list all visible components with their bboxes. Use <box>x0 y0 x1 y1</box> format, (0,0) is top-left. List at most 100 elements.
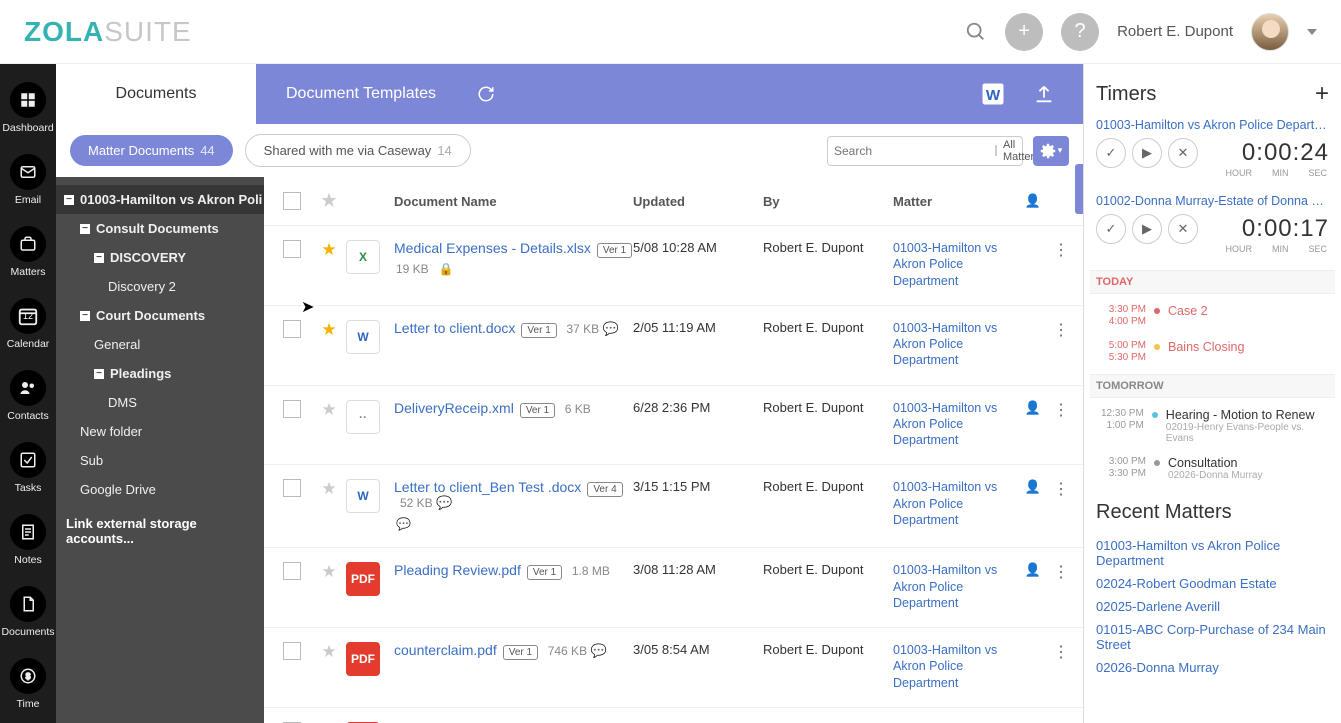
tree-node-newfolder[interactable]: New folder <box>56 417 264 446</box>
star-icon[interactable]: ★ <box>321 240 336 259</box>
help-button[interactable]: ? <box>1061 13 1099 51</box>
tree-node-sub[interactable]: Sub <box>56 446 264 475</box>
col-header-updated[interactable]: Updated <box>633 194 763 209</box>
tree-node-court[interactable]: −Court Documents <box>56 301 264 330</box>
star-icon[interactable]: ★ <box>321 562 336 581</box>
user-dropdown-caret[interactable] <box>1307 29 1317 35</box>
row-checkbox[interactable] <box>283 320 301 338</box>
star-icon[interactable]: ★ <box>321 400 336 419</box>
nav-item-contacts[interactable]: Contacts <box>0 360 56 432</box>
timer-play-button[interactable]: ▶ <box>1132 214 1162 244</box>
matter-link[interactable]: 01003-Hamilton vs Akron Police Departmen… <box>893 643 997 690</box>
add-button[interactable]: + <box>1005 13 1043 51</box>
doc-name-link[interactable]: Letter to client_Ben Test .docx <box>394 479 581 495</box>
row-menu-icon[interactable]: ⋮ <box>1053 242 1069 259</box>
select-all-checkbox[interactable] <box>283 192 301 210</box>
event-row[interactable]: 5:00 PM5:30 PM Bains Closing <box>1096 334 1329 370</box>
shared-icon: 👤 <box>1025 479 1041 494</box>
timer-play-button[interactable]: ▶ <box>1132 138 1162 168</box>
pill-matter-documents[interactable]: Matter Documents44 <box>70 135 233 166</box>
tab-documents[interactable]: Documents <box>56 64 256 124</box>
row-menu-icon[interactable]: ⋮ <box>1053 322 1069 339</box>
cell-updated: 3/15 1:15 PM <box>633 479 763 494</box>
tree-node-gdrive[interactable]: Google Drive <box>56 475 264 504</box>
timer-confirm-button[interactable]: ✓ <box>1096 214 1126 244</box>
search-input[interactable] <box>834 144 989 158</box>
app-logo[interactable]: ZOLASUITE <box>24 16 192 48</box>
header-star-icon[interactable]: ★ <box>321 191 336 210</box>
star-icon[interactable]: ★ <box>321 320 336 339</box>
nav-item-time[interactable]: $Time <box>0 648 56 720</box>
col-header-matter[interactable]: Matter <box>893 194 1019 209</box>
file-type-icon: PDF <box>346 562 394 596</box>
matter-link[interactable]: 01003-Hamilton vs Akron Police Departmen… <box>893 321 997 368</box>
settings-button[interactable]: ▾ <box>1033 136 1069 166</box>
row-menu-icon[interactable]: ⋮ <box>1053 402 1069 419</box>
panel-collapse-handle[interactable]: › <box>1075 164 1083 214</box>
recent-matter-link[interactable]: 01003-Hamilton vs Akron Police Departmen… <box>1096 534 1329 572</box>
matter-link[interactable]: 01003-Hamilton vs Akron Police Departmen… <box>893 241 997 288</box>
recent-matter-link[interactable]: 02024-Robert Goodman Estate <box>1096 572 1329 595</box>
recent-matters-heading: Recent Matters <box>1096 501 1329 524</box>
tab-document-templates[interactable]: Document Templates <box>256 64 466 124</box>
refresh-icon[interactable] <box>466 64 506 124</box>
nav-item-matters[interactable]: Matters <box>0 216 56 288</box>
version-badge: Ver 1 <box>527 565 562 580</box>
event-row[interactable]: 12:30 PM1:00 PM Hearing - Motion to Rene… <box>1096 402 1329 450</box>
pill-shared-caseway[interactable]: Shared with me via Caseway14 <box>245 134 471 167</box>
nav-item-dashboard[interactable]: Dashboard <box>0 72 56 144</box>
doc-search-box[interactable]: All Matters <box>827 136 1023 166</box>
row-checkbox[interactable] <box>283 479 301 497</box>
matters-checkbox[interactable] <box>995 145 997 156</box>
doc-name-link[interactable]: counterclaim.pdf <box>394 642 497 658</box>
nav-item-email[interactable]: Email <box>0 144 56 216</box>
add-timer-button[interactable]: + <box>1315 80 1329 108</box>
timer-cancel-button[interactable]: ✕ <box>1168 214 1198 244</box>
timer-cancel-button[interactable]: ✕ <box>1168 138 1198 168</box>
search-icon[interactable] <box>965 21 987 43</box>
upload-icon[interactable] <box>1033 83 1055 105</box>
row-checkbox[interactable] <box>283 642 301 660</box>
doc-name-link[interactable]: DeliveryReceip.xml <box>394 400 514 416</box>
link-external-storage[interactable]: Link external storage accounts... <box>56 504 264 558</box>
matter-link[interactable]: 01003-Hamilton vs Akron Police Departmen… <box>893 480 997 527</box>
tree-node-consult[interactable]: −Consult Documents <box>56 214 264 243</box>
recent-matter-link[interactable]: 02026-Donna Murray <box>1096 656 1329 679</box>
star-icon[interactable]: ★ <box>321 479 336 498</box>
doc-name-link[interactable]: Medical Expenses - Details.xlsx <box>394 240 591 256</box>
nav-item-documents[interactable]: Documents <box>0 576 56 648</box>
tree-node-dms[interactable]: DMS <box>56 388 264 417</box>
event-row[interactable]: 3:00 PM3:30 PM Consultation02026-Donna M… <box>1096 450 1329 487</box>
tree-node-discovery2[interactable]: Discovery 2 <box>56 272 264 301</box>
row-checkbox[interactable] <box>283 400 301 418</box>
timer-matter-link[interactable]: 01003-Hamilton vs Akron Police Departmen… <box>1096 118 1329 132</box>
timer-confirm-button[interactable]: ✓ <box>1096 138 1126 168</box>
col-header-by[interactable]: By <box>763 194 893 209</box>
row-menu-icon[interactable]: ⋮ <box>1053 481 1069 498</box>
word-icon[interactable]: W <box>979 80 1007 108</box>
matter-link[interactable]: 01003-Hamilton vs Akron Police Departmen… <box>893 563 997 610</box>
mail-icon <box>10 154 46 190</box>
recent-matter-link[interactable]: 02025-Darlene Averill <box>1096 595 1329 618</box>
row-menu-icon[interactable]: ⋮ <box>1053 564 1069 581</box>
nav-item-calendar[interactable]: 12Calendar <box>0 288 56 360</box>
star-icon[interactable]: ★ <box>321 642 336 661</box>
left-nav: DashboardEmailMatters12CalendarContactsT… <box>0 64 56 723</box>
row-checkbox[interactable] <box>283 562 301 580</box>
nav-item-notes[interactable]: Notes <box>0 504 56 576</box>
row-checkbox[interactable] <box>283 240 301 258</box>
tree-node-pleadings[interactable]: −Pleadings <box>56 359 264 388</box>
nav-item-tasks[interactable]: Tasks <box>0 432 56 504</box>
recent-matter-link[interactable]: 01015-ABC Corp-Purchase of 234 Main Stre… <box>1096 618 1329 656</box>
doc-name-link[interactable]: Letter to client.docx <box>394 320 515 336</box>
matter-link[interactable]: 01003-Hamilton vs Akron Police Departmen… <box>893 401 997 448</box>
tree-node-discovery[interactable]: −DISCOVERY <box>56 243 264 272</box>
col-header-name[interactable]: Document Name <box>394 194 633 209</box>
row-menu-icon[interactable]: ⋮ <box>1053 644 1069 661</box>
tree-node-general[interactable]: General <box>56 330 264 359</box>
tree-node-matter[interactable]: −01003-Hamilton vs Akron Poli <box>56 185 264 214</box>
event-row[interactable]: 3:30 PM4:00 PM Case 2 <box>1096 298 1329 334</box>
doc-name-link[interactable]: Pleading Review.pdf <box>394 562 521 578</box>
timer-matter-link[interactable]: 01002-Donna Murray-Estate of Donna F. rr… <box>1096 194 1329 208</box>
avatar[interactable] <box>1251 13 1289 51</box>
